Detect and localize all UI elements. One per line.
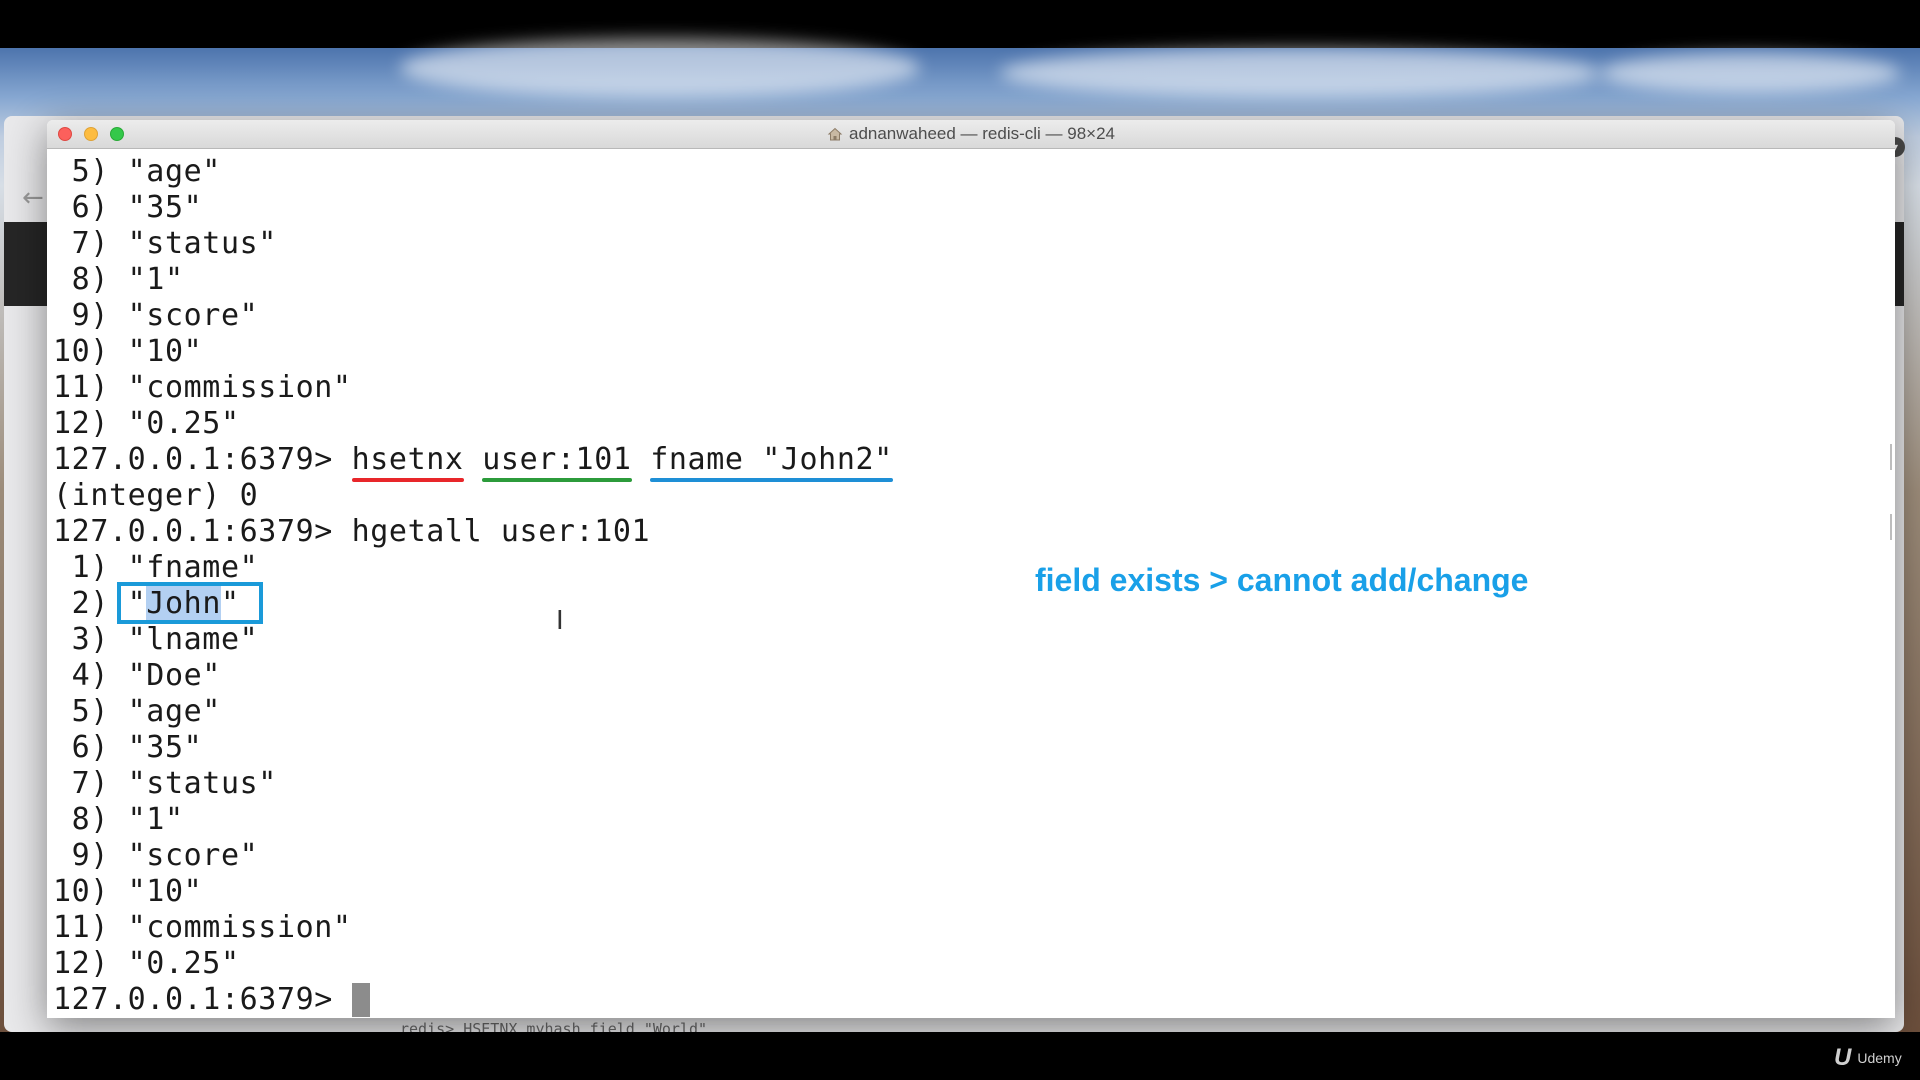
command-text: hgetall user:101 <box>351 514 651 549</box>
output-line: 5) "age" <box>53 154 221 189</box>
screen: ← ▾ redis> HSETNX myhash field "World" a… <box>0 0 1920 1080</box>
active-prompt-line[interactable]: 127.0.0.1:6379> <box>53 982 370 1018</box>
terminal-output[interactable]: 5) "age" 6) "35" 7) "status" 8) "1" 9) "… <box>53 154 1883 1017</box>
udemy-logo-icon: U <box>1834 1044 1852 1071</box>
prompt: 127.0.0.1:6379> <box>53 982 352 1017</box>
field-value-token: fname "John2" <box>650 442 893 482</box>
udemy-logo-text: Udemy <box>1857 1050 1902 1066</box>
prompt: 127.0.0.1:6379> <box>53 514 352 549</box>
key-token: user:101 <box>482 442 632 482</box>
terminal-window[interactable]: adnanwaheed — redis-cli — 98×24 5) "age"… <box>47 120 1895 1018</box>
annotation-highlight-box <box>117 582 263 624</box>
ibeam-cursor-icon: I <box>556 606 564 636</box>
output-line: 11) "commission" <box>53 370 352 405</box>
output-line: 6) "35" <box>53 190 203 225</box>
output-line: 8) "1" <box>53 262 184 297</box>
output-line: 7) "status" <box>53 226 277 261</box>
output-line: 12) "0.25" <box>53 406 240 441</box>
back-arrow-icon: ← <box>22 183 44 213</box>
output-line: 9) "score" <box>53 298 259 333</box>
command-name-token: hsetnx <box>351 442 464 482</box>
command-result: (integer) 0 <box>53 478 259 513</box>
output-line: 6) "35" <box>53 730 203 765</box>
output-line: 10) "10" <box>53 874 203 909</box>
scroll-mark <box>1890 514 1892 540</box>
output-line: 4) "Doe" <box>53 658 221 693</box>
output-line: 12) "0.25" <box>53 946 240 981</box>
output-line: 8) "1" <box>53 802 184 837</box>
prompt: 127.0.0.1:6379> <box>53 442 352 477</box>
output-line: 3) "lname" <box>53 622 259 657</box>
text-cursor <box>351 983 370 1017</box>
output-line: 1) "fname" <box>53 550 259 585</box>
home-folder-icon <box>827 127 843 141</box>
udemy-logo: U Udemy <box>1834 1044 1902 1072</box>
output-line: 5) "age" <box>53 694 221 729</box>
letterbox-top <box>0 0 1920 48</box>
output-line: 11) "commission" <box>53 910 352 945</box>
title-bar[interactable]: adnanwaheed — redis-cli — 98×24 <box>47 120 1895 149</box>
output-line: 9) "score" <box>53 838 259 873</box>
letterbox-bottom <box>0 1032 1920 1080</box>
command-line-hgetall: 127.0.0.1:6379> hgetall user:101 <box>53 514 650 550</box>
window-title: adnanwaheed — redis-cli — 98×24 <box>848 124 1116 143</box>
output-line: 10) "10" <box>53 334 203 369</box>
scroll-mark <box>1890 444 1892 470</box>
command-line-hsetnx: 127.0.0.1:6379> hsetnx user:101 fname "J… <box>53 442 893 482</box>
annotation-text: field exists > cannot add/change <box>1035 562 1529 598</box>
output-line: 7) "status" <box>53 766 277 801</box>
